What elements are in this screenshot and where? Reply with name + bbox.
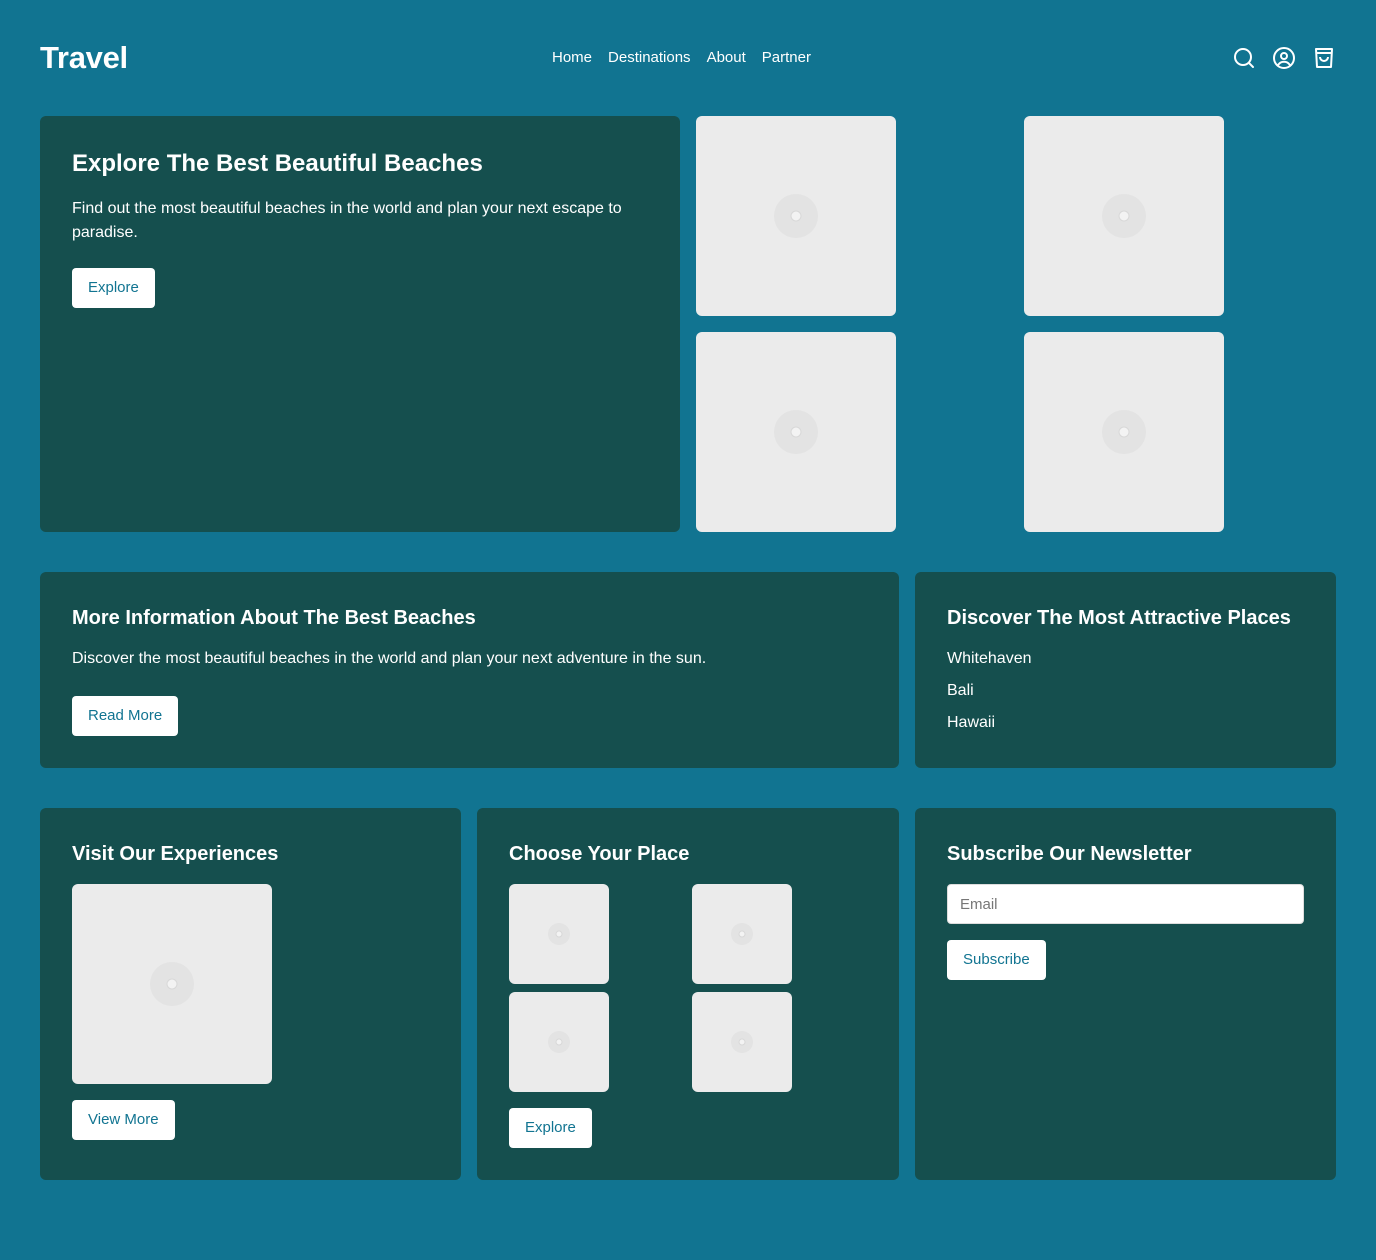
- newsletter-card: Subscribe Our Newsletter Subscribe: [915, 808, 1336, 1180]
- search-icon[interactable]: [1232, 46, 1256, 70]
- nav-home[interactable]: Home: [552, 49, 592, 66]
- site-header: Travel Home Destinations About Partner: [40, 38, 1336, 78]
- info-card: More Information About The Best Beaches …: [40, 572, 899, 768]
- place-image-1: [509, 884, 609, 984]
- choose-place-card: Choose Your Place Explore: [477, 808, 899, 1180]
- main-nav: Home Destinations About Partner: [552, 49, 811, 66]
- nav-destinations[interactable]: Destinations: [608, 49, 691, 66]
- view-more-button[interactable]: View More: [72, 1100, 175, 1140]
- place-item[interactable]: Whitehaven: [947, 650, 1032, 682]
- read-more-button[interactable]: Read More: [72, 696, 179, 736]
- header-icons: [1232, 46, 1336, 70]
- info-description: Discover the most beautiful beaches in t…: [72, 650, 707, 667]
- image-placeholder-icon: [774, 194, 818, 238]
- places-title: Discover The Most Attractive Places: [947, 607, 1291, 629]
- hero-image-3: [696, 332, 896, 532]
- hero-image-1: [696, 116, 896, 316]
- email-field[interactable]: [947, 884, 1304, 924]
- experience-image: [72, 884, 272, 1084]
- nav-about[interactable]: About: [707, 49, 746, 66]
- places-list: Whitehaven Bali Hawaii: [947, 650, 1032, 746]
- image-placeholder-icon: [150, 962, 194, 1006]
- nav-partner[interactable]: Partner: [762, 49, 811, 66]
- hero-title: Explore The Best Beautiful Beaches: [72, 150, 483, 177]
- hero-explore-button[interactable]: Explore: [72, 268, 155, 308]
- image-placeholder-icon: [774, 410, 818, 454]
- place-image-2: [692, 884, 792, 984]
- subscribe-button[interactable]: Subscribe: [947, 940, 1046, 980]
- image-placeholder-icon: [548, 1031, 570, 1053]
- place-image-3: [509, 992, 609, 1092]
- experiences-title: Visit Our Experiences: [72, 843, 279, 865]
- hero-description: Find out the most beautiful beaches in t…: [72, 200, 622, 241]
- hero-image-4: [1024, 332, 1224, 532]
- image-placeholder-icon: [548, 923, 570, 945]
- user-icon[interactable]: [1272, 46, 1296, 70]
- image-placeholder-icon: [1102, 410, 1146, 454]
- cart-icon[interactable]: [1312, 46, 1336, 70]
- image-placeholder-icon: [731, 1031, 753, 1053]
- place-item[interactable]: Bali: [947, 682, 1032, 714]
- hero-image-2: [1024, 116, 1224, 316]
- hero-card: Explore The Best Beautiful Beaches Find …: [40, 116, 680, 532]
- image-placeholder-icon: [1102, 194, 1146, 238]
- experiences-card: Visit Our Experiences View More: [40, 808, 461, 1180]
- image-placeholder-icon: [731, 923, 753, 945]
- logo[interactable]: Travel: [40, 40, 128, 76]
- place-item[interactable]: Hawaii: [947, 714, 1032, 746]
- place-image-4: [692, 992, 792, 1092]
- choose-explore-button[interactable]: Explore: [509, 1108, 592, 1148]
- info-title: More Information About The Best Beaches: [72, 607, 476, 629]
- places-card: Discover The Most Attractive Places Whit…: [915, 572, 1336, 768]
- choose-title: Choose Your Place: [509, 843, 690, 865]
- newsletter-title: Subscribe Our Newsletter: [947, 843, 1192, 865]
